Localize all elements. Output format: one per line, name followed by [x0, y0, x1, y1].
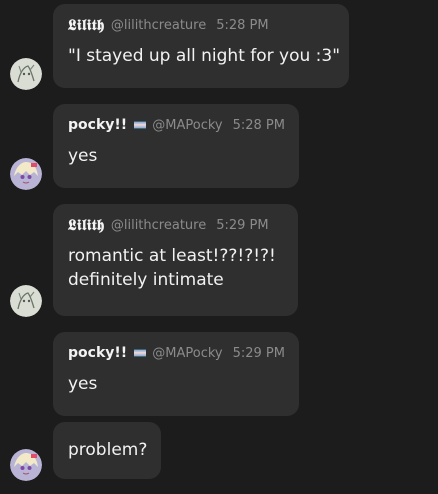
message-bubble: problem? [53, 422, 161, 479]
author-handle[interactable]: @MAPocky [152, 346, 222, 361]
message-timestamp: 5:29 PM [232, 345, 285, 361]
message-header: pocky!! @MAPocky 5:29 PM [68, 344, 285, 362]
anime-avatar-icon [10, 158, 42, 190]
author-name[interactable]: pocky!! [68, 117, 127, 133]
message-timestamp: 5:29 PM [216, 217, 269, 233]
anime-avatar-icon [10, 449, 42, 481]
trans-flag-icon [134, 121, 147, 129]
pocky-avatar[interactable] [10, 158, 42, 190]
author-handle[interactable]: @MAPocky [152, 118, 222, 133]
message-text: problem? [68, 440, 148, 460]
pocky-avatar[interactable] [10, 449, 42, 481]
author-name[interactable]: pocky!! [68, 345, 127, 361]
message-header: 𝕷𝖎𝖑𝖎𝖙𝖍 @lilithcreature 5:28 PM [68, 16, 335, 34]
message-timestamp: 5:28 PM [216, 17, 269, 33]
sketch-avatar-icon [10, 285, 42, 317]
message-text: romantic at least!??!?!?! definitely int… [68, 244, 284, 292]
message-bubble: 𝕷𝖎𝖑𝖎𝖙𝖍 @lilithcreature 5:28 PM "I stayed… [53, 4, 349, 88]
message-text: yes [68, 374, 98, 394]
sketch-avatar-icon [10, 58, 42, 90]
message-bubble: pocky!! @MAPocky 5:28 PM yes [53, 104, 299, 188]
author-name[interactable]: 𝕷𝖎𝖑𝖎𝖙𝖍 [68, 16, 105, 34]
message-text-line: definitely intimate [68, 270, 224, 290]
message-bubble: pocky!! @MAPocky 5:29 PM yes [53, 332, 299, 416]
author-name[interactable]: 𝕷𝖎𝖑𝖎𝖙𝖍 [68, 216, 105, 234]
author-handle[interactable]: @lilithcreature [111, 18, 206, 33]
message-header: 𝕷𝖎𝖑𝖎𝖙𝖍 @lilithcreature 5:29 PM [68, 216, 284, 234]
lilith-avatar[interactable] [10, 58, 42, 90]
message-bubble: 𝕷𝖎𝖑𝖎𝖙𝖍 @lilithcreature 5:29 PM romantic … [53, 204, 298, 316]
message-text-line: romantic at least!??!?!?! [68, 246, 276, 266]
lilith-avatar[interactable] [10, 285, 42, 317]
message-timestamp: 5:28 PM [232, 117, 285, 133]
message-header: pocky!! @MAPocky 5:28 PM [68, 116, 285, 134]
trans-flag-icon [134, 349, 147, 357]
message-text: yes [68, 146, 98, 166]
message-text: "I stayed up all night for you :3" [68, 46, 341, 66]
author-handle[interactable]: @lilithcreature [111, 218, 206, 233]
